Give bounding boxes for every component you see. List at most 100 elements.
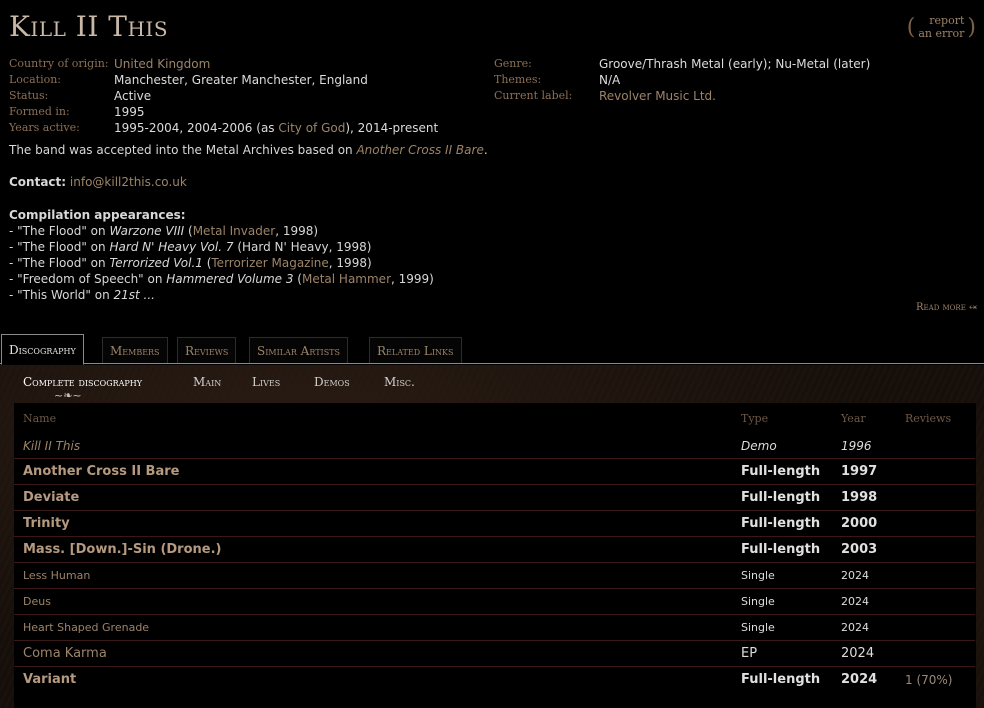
stat-country: Country of origin: United Kingdom [9,56,438,72]
report-line1: report [929,14,965,27]
report-error-link[interactable]: ( report an error ) [907,14,976,40]
stat-label: Formed in: [9,105,70,118]
release-link[interactable]: Heart Shaped Grenade [23,621,149,634]
years-post: ), 2014-present [345,121,439,135]
stat-formed: Formed in: 1995 [9,104,438,120]
release-link[interactable]: Deus [23,595,51,608]
contact-email-link[interactable]: info@kill2this.co.uk [70,175,187,189]
tab-members[interactable]: Members [102,337,168,363]
release-type: Full-length [741,458,841,485]
release-reviews [905,510,975,537]
comp-mid: ( [184,224,193,238]
release-year: 2000 [841,510,905,537]
release-link[interactable]: Less Human [23,569,90,582]
comp-post: , 1998) [328,256,372,270]
comp-album: Hammered Volume 3 [166,272,294,286]
table-row: Variant Full-length 2024 1 (70%) [14,667,975,693]
release-link[interactable]: Trinity [23,516,70,531]
release-link[interactable]: Variant [23,672,76,687]
read-more-arrow-icon: ⬾ [969,302,977,313]
comp-post: , 1998) [275,224,319,238]
release-type: Single [741,614,841,641]
comp-label-link[interactable]: Metal Hammer [302,272,391,286]
release-reviews [905,588,975,615]
release-link[interactable]: Coma Karma [23,646,107,661]
compilation-item: - "This World" on 21st ... [9,287,434,303]
release-reviews [905,614,975,641]
compilation-item: - "Freedom of Speech" on Hammered Volume… [9,271,434,287]
release-link[interactable]: Kill II This [23,439,80,453]
table-row: Mass. [Down.]-Sin (Drone.) Full-length 2… [14,536,975,563]
table-row: Less Human Single 2024 [14,562,975,589]
col-reviews[interactable]: Reviews [905,403,975,433]
subtab-complete[interactable]: Complete discography [23,375,142,389]
subtab-demos[interactable]: Demos [314,375,350,389]
col-type[interactable]: Type [741,403,841,433]
release-year: 2003 [841,536,905,563]
comp-mid: ( [293,272,302,286]
comp-pre: - "The Flood" on [9,240,110,254]
subtab-lives[interactable]: Lives [252,375,280,389]
accepted-text: The band was accepted into the Metal Arc… [9,143,357,157]
contact: Contact: info@kill2this.co.uk [9,175,187,189]
band-stats-left: Country of origin: United Kingdom Locati… [9,56,438,136]
stat-location: Location: Manchester, Greater Manchester… [9,72,438,88]
col-name[interactable]: Name [14,403,741,433]
release-type: Demo [741,433,841,459]
tab-related-links[interactable]: Related Links [369,337,462,363]
city-of-god-link[interactable]: City of God [278,121,345,135]
table-row: Another Cross II Bare Full-length 1997 [14,458,975,485]
release-year: 2024 [841,562,905,589]
comp-post: , 1999) [391,272,434,286]
read-more-link[interactable]: Read more ⬾ [916,302,977,313]
stat-years-active: Years active: 1995-2004, 2004-2006 (as C… [9,120,438,136]
stat-label: Years active: [9,121,80,134]
compilation-item: - "The Flood" on Terrorized Vol.1 (Terro… [9,255,434,271]
comp-album: Warzone VIII [109,224,185,238]
release-link[interactable]: Another Cross II Bare [23,464,179,479]
accepted-note: The band was accepted into the Metal Arc… [9,143,488,157]
stat-status: Status: Active [9,88,438,104]
years-pre: 1995-2004, 2004-2006 (as [114,121,279,135]
release-reviews-link[interactable]: 1 (70%) [905,667,975,693]
selected-ornament-icon: ~❧~ [54,389,82,402]
contact-label: Contact: [9,175,67,189]
col-year[interactable]: Year [841,403,905,433]
release-reviews [905,458,975,485]
release-type: Full-length [741,510,841,537]
release-year: 2024 [841,614,905,641]
tab-similar-artists[interactable]: Similar Artists [249,337,349,363]
stat-label: Themes: [494,73,542,86]
stat-value: Manchester, Greater Manchester, England [114,73,368,87]
accepted-album-link[interactable]: Another Cross II Bare [356,143,483,157]
release-year: 1997 [841,458,905,485]
release-link[interactable]: Mass. [Down.]-Sin (Drone.) [23,542,221,557]
stat-themes: Themes: N/A [494,72,870,88]
release-type: Full-length [741,484,841,511]
release-reviews [905,640,975,667]
comp-album: 21st ... [113,288,155,302]
comp-label-link[interactable]: Metal Invader [193,224,275,238]
discography-panel: Complete discography Main Lives Demos Mi… [0,365,984,708]
comp-album: Hard N' Heavy Vol. 7 [109,240,234,254]
country-link[interactable]: United Kingdom [114,56,210,72]
subtab-misc[interactable]: Misc. [384,375,415,389]
label-link[interactable]: Revolver Music Ltd. [599,88,716,104]
table-row: Trinity Full-length 2000 [14,510,975,537]
compilation-item: - "The Flood" on Hard N' Heavy Vol. 7 (H… [9,239,434,255]
release-year: 1996 [841,433,905,459]
comp-mid: (Hard N' Heavy, 1998) [233,240,372,254]
read-more-label: Read more [916,302,966,313]
accepted-end: . [483,143,488,157]
comp-label-link[interactable]: Terrorizer Magazine [211,256,328,270]
table-row: Deviate Full-length 1998 [14,484,975,511]
tab-reviews[interactable]: Reviews [177,337,237,363]
band-stats-right: Genre: Groove/Thrash Metal (early); Nu-M… [494,56,870,104]
subtab-main[interactable]: Main [193,375,221,389]
tab-discography[interactable]: Discography [1,334,84,365]
release-reviews [905,536,975,563]
release-link[interactable]: Deviate [23,490,79,505]
stat-label: Status: [9,89,49,102]
comp-album: Terrorized Vol.1 [109,256,203,270]
table-header: Name Type Year Reviews [14,403,975,433]
